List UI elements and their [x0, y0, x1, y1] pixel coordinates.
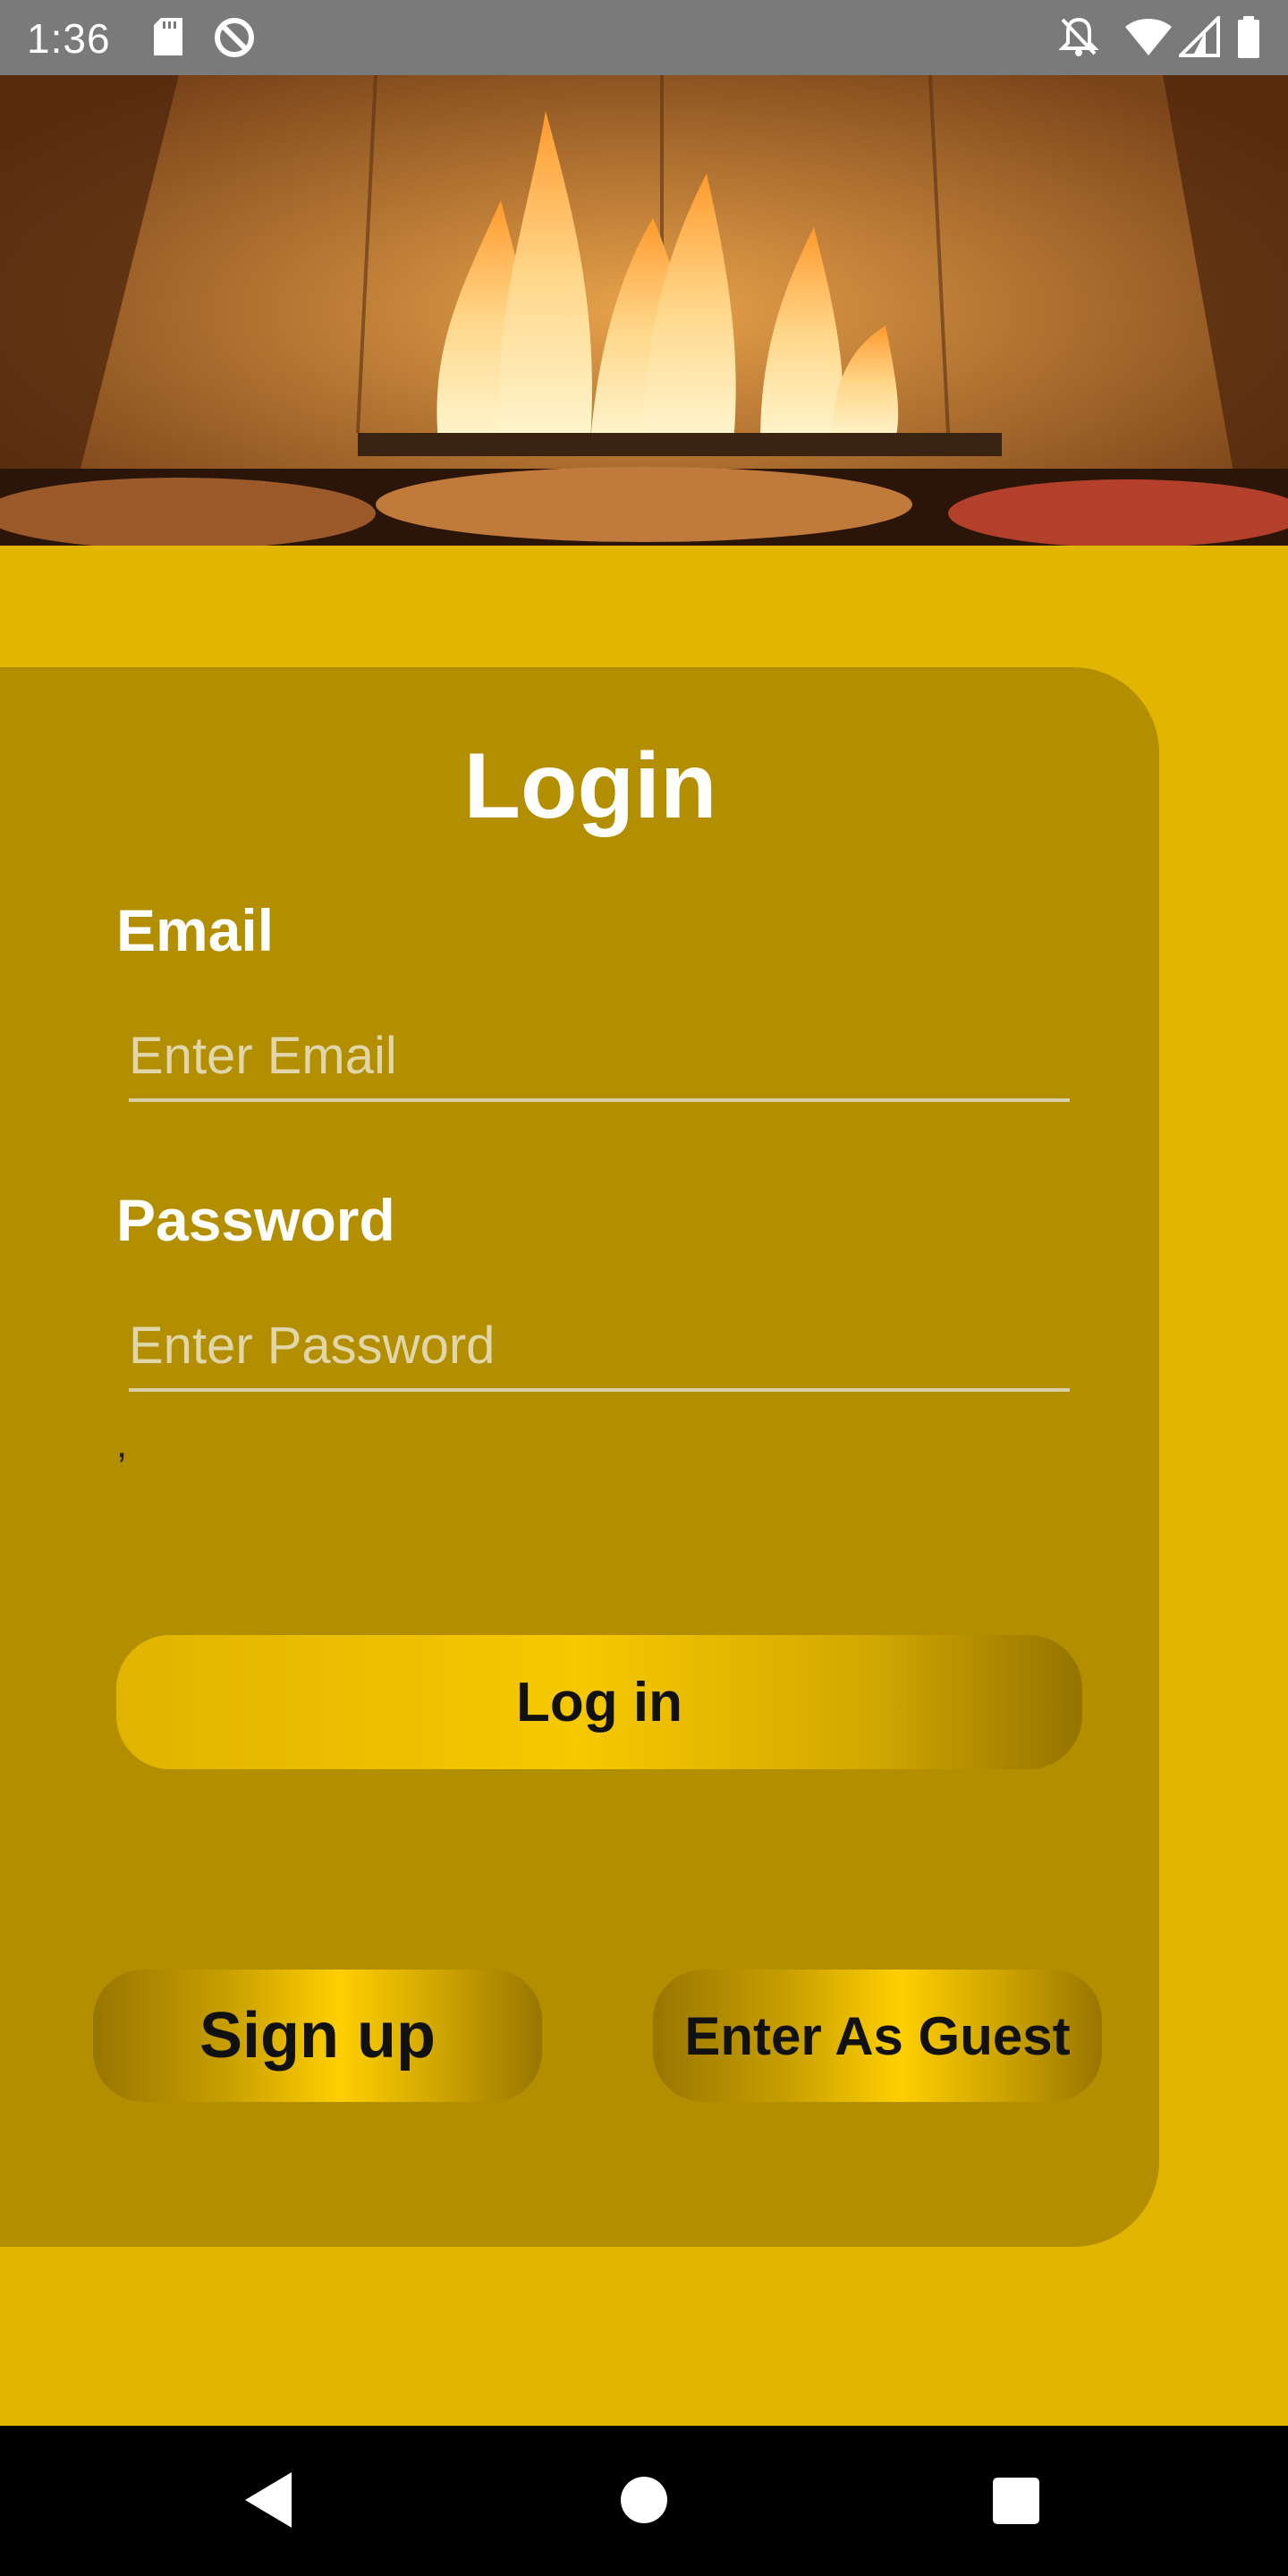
hero-image — [0, 75, 1288, 546]
wifi-icon — [1125, 19, 1172, 55]
password-label: Password — [116, 1187, 395, 1253]
signup-button[interactable]: Sign up — [93, 1970, 542, 2102]
error-text: , — [116, 1422, 128, 1466]
back-icon[interactable] — [229, 2460, 309, 2540]
navigation-bar — [0, 2426, 1288, 2576]
home-icon[interactable] — [604, 2460, 684, 2540]
bell-off-icon — [1059, 17, 1098, 56]
guest-button[interactable]: Enter As Guest — [653, 1970, 1102, 2102]
password-input[interactable] — [129, 1302, 1070, 1392]
login-title: Login — [463, 734, 717, 838]
email-input[interactable] — [129, 1013, 1070, 1102]
do-not-disturb-icon — [215, 18, 254, 57]
email-label: Email — [116, 897, 275, 963]
signal-icon — [1179, 16, 1220, 57]
battery-icon — [1238, 16, 1259, 58]
sd-card-icon — [154, 18, 182, 55]
recents-icon[interactable] — [975, 2460, 1055, 2540]
status-time: 1:36 — [27, 15, 111, 62]
status-bar: 1:36 — [0, 0, 1288, 75]
login-button[interactable]: Log in — [116, 1635, 1082, 1769]
pizza-oven-fire-image — [0, 75, 1288, 546]
